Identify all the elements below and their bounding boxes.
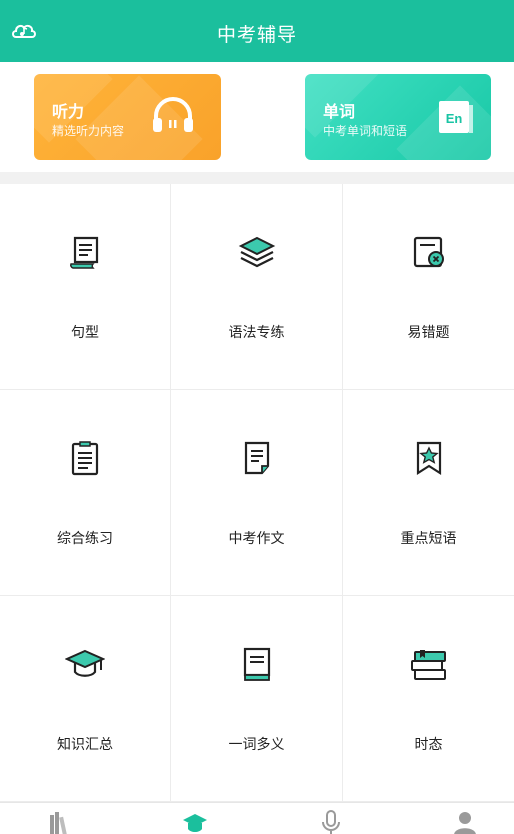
- grid-item-polysemy[interactable]: 一词多义: [171, 596, 343, 802]
- bookshelf-icon[interactable]: [46, 809, 72, 834]
- grid-item-label: 时态: [414, 737, 443, 753]
- grid-item-knowledge-summary[interactable]: 知识汇总: [0, 596, 171, 802]
- listening-title: 听力: [52, 102, 85, 121]
- words-title: 单词: [323, 102, 356, 121]
- grid-item-label: 一词多义: [228, 737, 285, 753]
- words-card[interactable]: 单词 中考单词和短语 En: [305, 74, 491, 160]
- grid-item-label: 易错题: [407, 325, 450, 341]
- feature-cards: 听力 精选听力内容 单词 中考单词和短语 En: [0, 62, 514, 172]
- star-bookmark-icon: [416, 441, 441, 476]
- en-book-icon: En: [439, 101, 473, 133]
- grid-item-tenses[interactable]: 时态: [343, 596, 514, 802]
- headphones-icon: [153, 97, 193, 132]
- scroll-icon: [70, 236, 99, 269]
- listening-subtitle: 精选听力内容: [52, 124, 125, 138]
- grid-item-label: 综合练习: [57, 531, 113, 547]
- grid-item-composition[interactable]: 中考作文: [171, 390, 343, 596]
- document-icon: [244, 441, 269, 475]
- page-title: 中考辅导: [216, 24, 297, 46]
- grid-item-label: 知识汇总: [57, 737, 113, 753]
- grid-item-sentence-patterns[interactable]: 句型: [0, 184, 171, 390]
- wrong-doc-icon: [413, 236, 444, 268]
- graduation-cap-icon[interactable]: [182, 809, 208, 834]
- book-icon: [243, 647, 270, 681]
- layers-icon: [238, 236, 275, 268]
- bottom-tab-bar: [0, 802, 514, 834]
- listening-card[interactable]: 听力 精选听力内容: [34, 74, 221, 160]
- svg-text:En: En: [446, 111, 463, 126]
- grid-item-key-phrases[interactable]: 重点短语: [343, 390, 514, 596]
- books-stack-icon: [410, 650, 446, 680]
- grid-item-label: 重点短语: [400, 531, 457, 547]
- grid-item-label: 中考作文: [228, 531, 285, 547]
- grid-item-common-mistakes[interactable]: 易错题: [343, 184, 514, 390]
- words-subtitle: 中考单词和短语: [323, 124, 408, 138]
- feature-grid: 句型 语法专练 易错题 综合练习 中考作文 重点短语 知识汇总 一词多义 时态: [0, 184, 514, 802]
- grid-item-label: 语法专练: [228, 325, 285, 341]
- app-header: 中考辅导: [0, 0, 514, 62]
- grid-item-label: 句型: [71, 325, 99, 341]
- clipboard-icon: [71, 441, 99, 476]
- grid-item-grammar[interactable]: 语法专练: [171, 184, 343, 390]
- microphone-icon[interactable]: [318, 809, 344, 834]
- section-divider: [0, 172, 514, 184]
- grid-item-comprehensive-practice[interactable]: 综合练习: [0, 390, 171, 596]
- user-icon[interactable]: [452, 809, 478, 834]
- graduation-cap-icon: [65, 649, 105, 677]
